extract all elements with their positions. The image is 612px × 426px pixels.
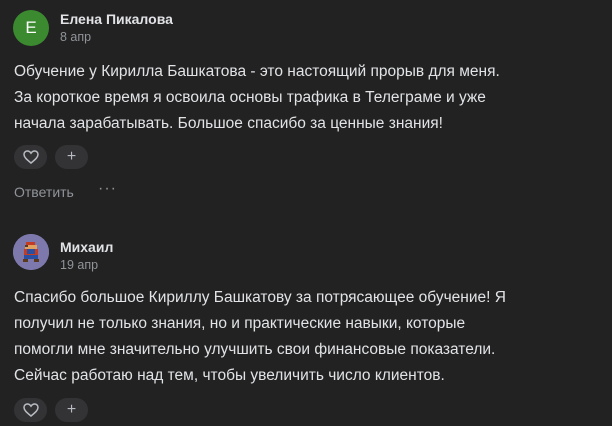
- comment-text-line: За короткое время я освоила основы трафи…: [14, 89, 486, 106]
- avatar[interactable]: E: [13, 10, 49, 46]
- heart-icon: [22, 150, 39, 164]
- pixel-character-icon: [13, 234, 49, 270]
- author-name[interactable]: Михаил: [60, 239, 113, 255]
- comment-text: Спасибо большое Кириллу Башкатову за пот…: [14, 285, 594, 389]
- more-options-button[interactable]: ···: [98, 180, 117, 198]
- comment-text-line: Обучение у Кирилла Башкатова - это насто…: [14, 63, 500, 80]
- like-button[interactable]: [14, 145, 47, 169]
- plus-icon: +: [66, 401, 77, 418]
- comment-date[interactable]: 8 апр: [60, 30, 91, 44]
- like-button[interactable]: [14, 398, 47, 422]
- avatar[interactable]: [13, 234, 49, 270]
- comment-text: Обучение у Кирилла Башкатова - это насто…: [14, 59, 594, 137]
- add-reaction-button[interactable]: +: [55, 145, 88, 169]
- add-reaction-button[interactable]: +: [55, 398, 88, 422]
- author-name[interactable]: Елена Пикалова: [60, 11, 173, 27]
- comment-date[interactable]: 19 апр: [60, 258, 98, 272]
- heart-icon: [22, 403, 39, 417]
- comment-text-line: Спасибо большое Кириллу Башкатову за пот…: [14, 289, 506, 306]
- reply-button[interactable]: Ответить: [14, 184, 74, 200]
- comment-text-line: помогли мне значительно улучшить свои фи…: [14, 341, 496, 358]
- comment-text-line: начала зарабатывать. Большое спасибо за …: [14, 115, 443, 132]
- comment-text-line: Сейчас работаю над тем, чтобы увеличить …: [14, 367, 445, 384]
- comment-text-line: получил не только знания, но и практичес…: [14, 315, 466, 332]
- plus-icon: +: [66, 148, 77, 165]
